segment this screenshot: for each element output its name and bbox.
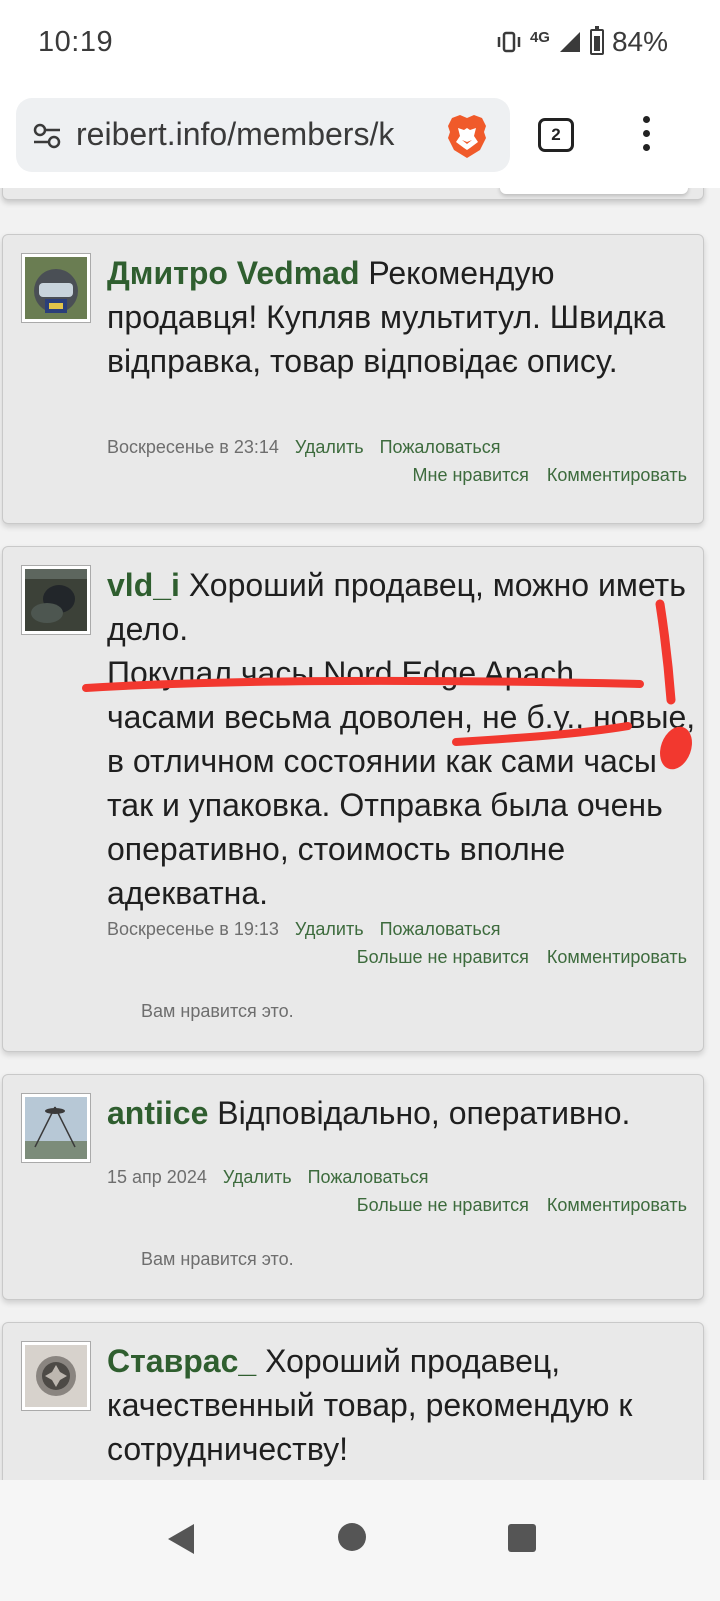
battery-icon: [589, 26, 604, 55]
address-bar[interactable]: reibert.info/members/k: [16, 98, 510, 172]
brave-shields-icon[interactable]: [444, 112, 490, 160]
comment-text: Ставрас_ Хороший продавец, качественный …: [107, 1339, 697, 1471]
unlike-link[interactable]: Больше не нравится: [357, 1195, 529, 1215]
comment-text: antiice Відповідально, оперативно.: [107, 1091, 697, 1135]
avatar[interactable]: [21, 253, 91, 323]
comment-time: Воскресенье в 23:14: [107, 437, 279, 457]
comment-card: vld_i Хороший продавец, можно иметь дело…: [2, 546, 704, 1052]
comment-body: Відповідально, оперативно.: [208, 1095, 631, 1131]
ring-avatar-image: [25, 1345, 87, 1407]
unlike-link[interactable]: Больше не нравится: [357, 947, 529, 967]
comment-link[interactable]: Комментировать: [547, 947, 687, 967]
browser-toolbar: reibert.info/members/k 2: [0, 88, 720, 188]
comment-actions: Больше не нравится Комментировать: [357, 947, 687, 968]
like-note: Вам нравится это.: [141, 1249, 294, 1269]
comment-card: antiice Відповідально, оперативно. 15 ап…: [2, 1074, 704, 1300]
tab-switcher-button[interactable]: 2: [538, 118, 574, 152]
comment-link[interactable]: Комментировать: [547, 465, 687, 485]
delete-link[interactable]: Удалить: [295, 919, 364, 939]
like-note: Вам нравится это.: [141, 1001, 294, 1021]
comment-text: vld_i Хороший продавец, можно иметь дело…: [107, 563, 697, 915]
battery-level: 84%: [611, 26, 668, 57]
author-link[interactable]: vld_i: [107, 567, 180, 603]
system-navigation-bar: [0, 1480, 720, 1601]
popup-menu-edge: [500, 188, 688, 194]
comment-meta: Воскресенье в 19:13 Удалить Пожаловаться: [107, 919, 500, 940]
network-type: 4G: [529, 28, 550, 46]
author-link[interactable]: Ставрас_: [107, 1343, 256, 1379]
like-link[interactable]: Мне нравится: [413, 465, 529, 485]
status-time: 10:19: [38, 26, 114, 58]
helmet-avatar-image: [25, 257, 87, 319]
comment-time: Воскресенье в 19:13: [107, 919, 279, 939]
comment-meta: 15 апр 2024 Удалить Пожаловаться: [107, 1167, 428, 1188]
status-bar: 10:19 4G 84%: [0, 0, 720, 88]
back-icon[interactable]: [168, 1524, 194, 1554]
comment-body-continued: Покупал часы Nord Edge Apach. часами вес…: [107, 655, 696, 911]
recent-apps-icon[interactable]: [508, 1524, 536, 1552]
sky-avatar-image: [25, 1097, 87, 1159]
delete-link[interactable]: Удалить: [223, 1167, 292, 1187]
url-text[interactable]: reibert.info/members/k: [76, 116, 446, 153]
avatar[interactable]: [21, 1341, 91, 1411]
avatar[interactable]: [21, 565, 91, 635]
status-icons: 4G 84%: [496, 26, 668, 58]
home-icon[interactable]: [338, 1523, 366, 1551]
comment-text: Дмитро Vedmad Рекомендую продавця! Купля…: [107, 251, 697, 383]
author-link[interactable]: antiice: [107, 1095, 208, 1131]
signal-icon: [559, 32, 580, 52]
vibrate-icon: [497, 31, 521, 53]
comment-meta: Воскресенье в 23:14 Удалить Пожаловаться: [107, 437, 500, 458]
author-link[interactable]: Дмитро Vedmad: [107, 255, 360, 291]
comment-body: Хороший продавец, можно иметь дело.: [107, 567, 686, 647]
profile-comments: Дмитро Vedmad Рекомендую продавця! Купля…: [0, 188, 720, 1480]
avatar[interactable]: [21, 1093, 91, 1163]
delete-link[interactable]: Удалить: [295, 437, 364, 457]
report-link[interactable]: Пожаловаться: [308, 1167, 429, 1187]
report-link[interactable]: Пожаловаться: [380, 919, 501, 939]
more-menu-button[interactable]: [640, 116, 652, 158]
comment-card: Ставрас_ Хороший продавец, качественный …: [2, 1322, 704, 1480]
comment-actions: Мне нравится Комментировать: [413, 465, 687, 486]
report-link[interactable]: Пожаловаться: [380, 437, 501, 457]
comment-actions: Больше не нравится Комментировать: [357, 1195, 687, 1216]
comment-time: 15 апр 2024: [107, 1167, 207, 1187]
comment-card: Дмитро Vedmad Рекомендую продавця! Купля…: [2, 234, 704, 524]
comment-link[interactable]: Комментировать: [547, 1195, 687, 1215]
site-settings-icon[interactable]: [32, 122, 62, 150]
dark-avatar-image: [25, 569, 87, 631]
